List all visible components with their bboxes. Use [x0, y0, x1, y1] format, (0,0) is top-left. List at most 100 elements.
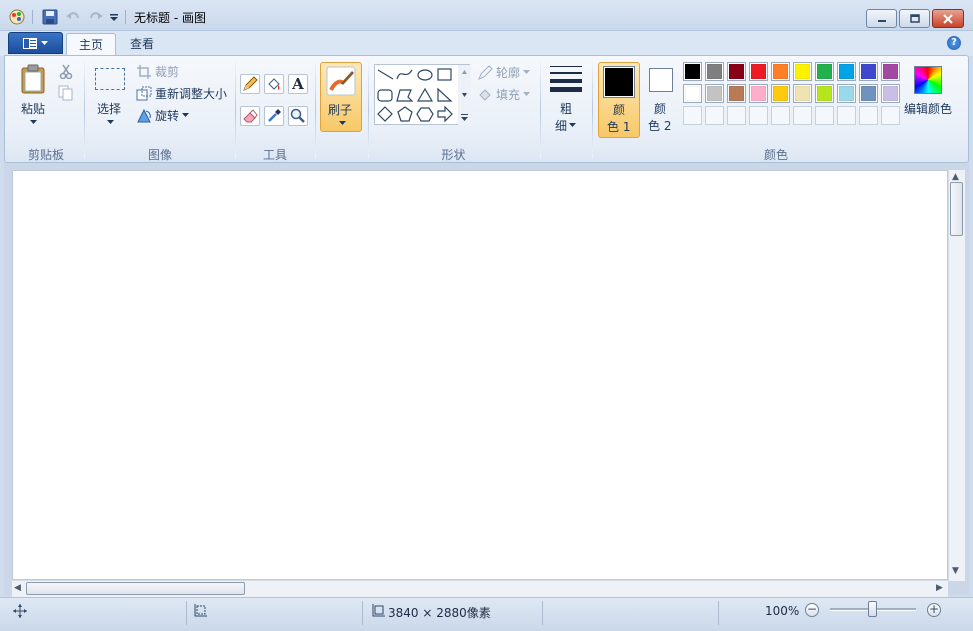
select-button[interactable]: 选择: [90, 62, 130, 132]
horizontal-scroll-thumb[interactable]: [26, 582, 245, 595]
status-separator: [542, 601, 543, 625]
tools-group-label: 工具: [262, 148, 287, 162]
palette-swatch[interactable]: [771, 84, 790, 103]
redo-icon[interactable]: [88, 9, 104, 25]
palette-swatch[interactable]: [793, 62, 812, 81]
copy-icon[interactable]: [58, 85, 74, 101]
chevron-down-icon: [339, 121, 346, 125]
palette-swatch-empty[interactable]: [859, 106, 878, 125]
palette-swatch-empty[interactable]: [881, 106, 900, 125]
palette-swatch[interactable]: [749, 84, 768, 103]
palette-swatch[interactable]: [705, 84, 724, 103]
size-line-medium: [550, 72, 582, 74]
palette-swatch-empty[interactable]: [815, 106, 834, 125]
palette-swatch[interactable]: [881, 62, 900, 81]
size-line-thickest: [550, 87, 582, 92]
palette-swatch[interactable]: [859, 84, 878, 103]
palette-swatch[interactable]: [749, 62, 768, 81]
magnifier-button[interactable]: [288, 106, 308, 126]
text-button[interactable]: A: [288, 74, 308, 94]
color2-button[interactable]: 颜 色 2: [644, 62, 678, 138]
fill-shape-button[interactable]: 填充: [477, 86, 531, 103]
palette-swatch[interactable]: [837, 62, 856, 81]
help-icon[interactable]: ?: [947, 36, 961, 50]
palette-swatch-empty[interactable]: [771, 106, 790, 125]
image-size-icon: [372, 604, 385, 617]
brushes-button[interactable]: 刷子: [320, 62, 362, 132]
color2-label-a: 颜: [654, 102, 667, 116]
color1-button[interactable]: 颜 色 1: [598, 62, 640, 138]
resize-button[interactable]: 重新调整大小: [136, 85, 227, 102]
palette-swatch[interactable]: [683, 62, 702, 81]
palette-swatch-fill: [773, 86, 788, 101]
palette-swatch[interactable]: [727, 62, 746, 81]
minimize-button[interactable]: [866, 9, 897, 28]
close-icon: [943, 13, 953, 24]
palette-swatch[interactable]: [683, 84, 702, 103]
restore-button[interactable]: [899, 9, 930, 28]
palette-swatch-fill: [817, 86, 832, 101]
resize-label: 重新调整大小: [155, 87, 228, 101]
palette-swatch-empty[interactable]: [727, 106, 746, 125]
drawing-canvas[interactable]: [12, 170, 948, 580]
save-icon[interactable]: [42, 9, 58, 25]
size-button[interactable]: 粗 细: [546, 62, 586, 136]
color2-fill: [651, 70, 671, 90]
size-label-2: 细: [555, 119, 568, 133]
palette-swatch-fill: [861, 86, 876, 101]
size-line-thin: [550, 66, 582, 67]
qa-separator: [125, 10, 126, 24]
palette-swatch-empty[interactable]: [793, 106, 812, 125]
crop-button[interactable]: 裁剪: [136, 63, 179, 80]
palette-swatch-empty[interactable]: [837, 106, 856, 125]
undo-icon[interactable]: [65, 9, 81, 25]
palette-swatch[interactable]: [793, 84, 812, 103]
group-separator: [368, 62, 369, 158]
scroll-down-icon[interactable]: ▼: [952, 566, 959, 576]
zoom-slider-thumb[interactable]: [868, 601, 877, 617]
zoom-out-button[interactable]: −: [805, 603, 819, 617]
vertical-scroll-thumb[interactable]: [950, 182, 963, 236]
fill-icon: [479, 88, 491, 101]
palette-swatch[interactable]: [771, 62, 790, 81]
scroll-up-icon[interactable]: ▲: [952, 172, 959, 182]
pencil-icon: [243, 76, 258, 91]
palette-swatch-fill: [685, 64, 700, 79]
oval-shape-icon: [417, 69, 433, 81]
close-button[interactable]: [932, 9, 964, 28]
palette-swatch[interactable]: [881, 84, 900, 103]
palette-swatch[interactable]: [727, 84, 746, 103]
pencil-button[interactable]: [240, 74, 260, 94]
color1-fill: [605, 68, 633, 96]
tab-home[interactable]: 主页: [66, 33, 117, 56]
diamond-shape-icon: [377, 106, 393, 122]
eraser-button[interactable]: [240, 106, 260, 126]
scroll-right-icon[interactable]: ▶: [936, 583, 943, 593]
palette-swatch-empty[interactable]: [749, 106, 768, 125]
paste-button[interactable]: 粘贴: [14, 62, 52, 132]
tab-view[interactable]: 查看: [118, 33, 166, 56]
zoom-in-button[interactable]: +: [927, 603, 941, 617]
text-icon: A: [292, 75, 304, 93]
palette-swatch[interactable]: [815, 84, 834, 103]
restore-icon: [909, 13, 920, 23]
palette-swatch[interactable]: [705, 62, 724, 81]
line-shape-icon: [377, 69, 394, 80]
outline-icon: [478, 64, 493, 80]
color-picker-button[interactable]: [264, 106, 284, 126]
fill-button[interactable]: [264, 74, 284, 94]
scroll-left-icon[interactable]: ◀: [14, 583, 21, 593]
customize-quick-access-icon[interactable]: [109, 12, 119, 26]
rotate-button[interactable]: 旋转: [136, 107, 190, 124]
outline-button[interactable]: 轮廓: [477, 64, 531, 81]
palette-swatch-empty[interactable]: [683, 106, 702, 125]
palette-swatch[interactable]: [837, 84, 856, 103]
right-triangle-icon: [437, 87, 453, 102]
palette-swatch[interactable]: [815, 62, 834, 81]
edit-colors-button[interactable]: 编辑颜色: [904, 62, 956, 132]
palette-swatch[interactable]: [859, 62, 878, 81]
cut-icon[interactable]: [58, 63, 74, 79]
palette-swatch-empty[interactable]: [705, 106, 724, 125]
paint-menu-button[interactable]: [8, 32, 63, 54]
paint-app-icon[interactable]: [9, 9, 25, 25]
